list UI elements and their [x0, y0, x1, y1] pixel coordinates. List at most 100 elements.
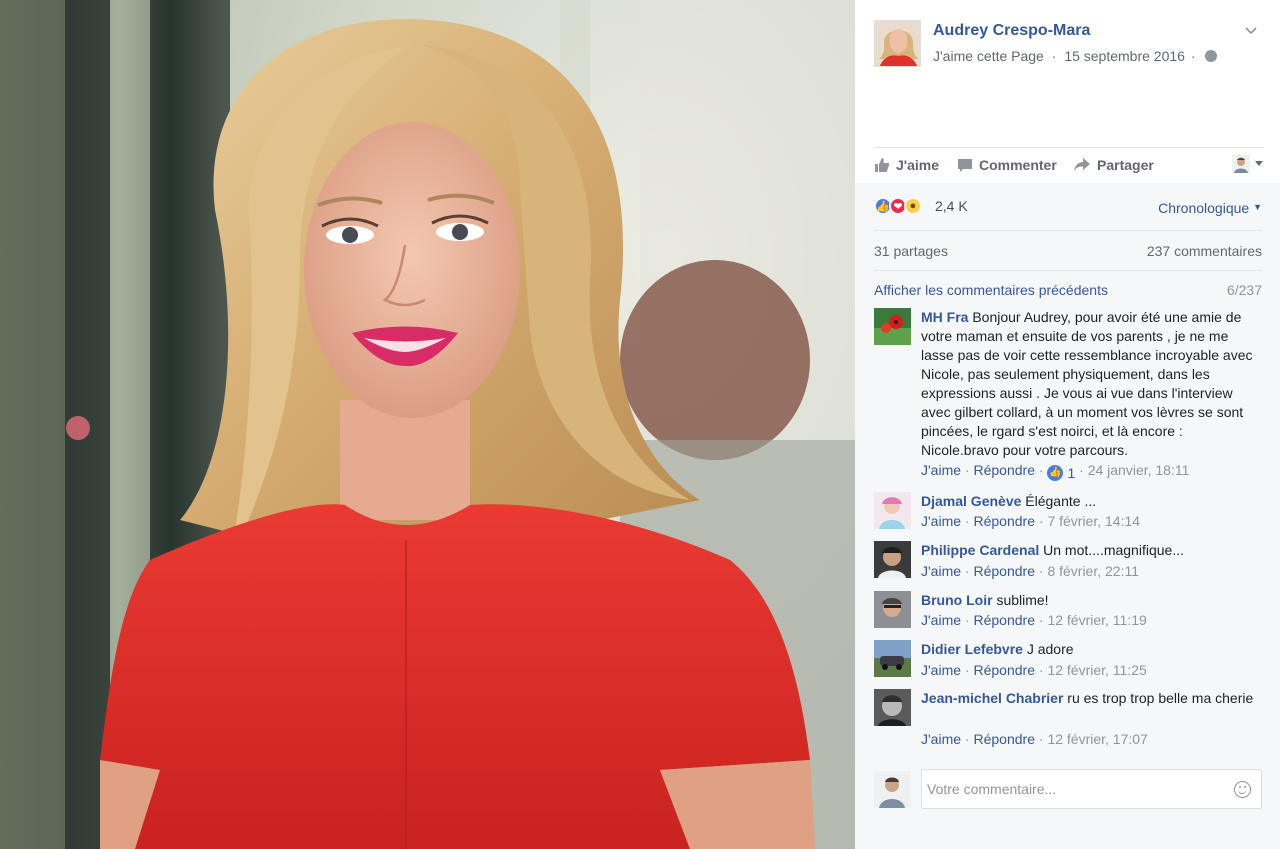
- comment-button[interactable]: Commenter: [957, 157, 1057, 173]
- sort-label: Chronologique: [1158, 200, 1250, 216]
- comment-text: ru es trop trop belle ma cherie: [1067, 690, 1254, 706]
- comment-text-block: MH Fra Bonjour Audrey, pour avoir été un…: [921, 308, 1261, 460]
- comments-count[interactable]: 237 commentaires: [1147, 243, 1262, 259]
- comment-like-link[interactable]: J'aime: [921, 513, 961, 529]
- comment-reply-link[interactable]: Répondre: [973, 612, 1035, 628]
- post-meta: J'aime cette Page · 15 septembre 2016 ·: [933, 48, 1218, 64]
- viewer-avatar-small: [1232, 155, 1250, 173]
- viewer-avatar: [874, 771, 911, 808]
- show-previous-comments-link[interactable]: Afficher les commentaires précédents: [874, 282, 1108, 298]
- comment-reply-link[interactable]: Répondre: [973, 662, 1035, 678]
- comment-like-link[interactable]: J'aime: [921, 563, 961, 579]
- share-label: Partager: [1097, 157, 1154, 173]
- reaction-icons[interactable]: 👍 ❤ ●: [874, 197, 922, 215]
- comment-actions: J'aime · Répondre · 12 février, 11:19: [921, 612, 1147, 628]
- reaction-count[interactable]: 2,4 K: [935, 198, 968, 214]
- comment-like-link[interactable]: J'aime: [921, 731, 961, 747]
- comment-reply-link[interactable]: Répondre: [973, 513, 1035, 529]
- comment-item: Jean-michel Chabrier ru es trop trop bel…: [874, 689, 1264, 753]
- like-page-link[interactable]: J'aime cette Page: [933, 48, 1044, 64]
- like-label: J'aime: [896, 157, 940, 173]
- sort-caret-icon: ▼: [1253, 202, 1262, 212]
- commenter-avatar[interactable]: [874, 591, 911, 628]
- comment-author-link[interactable]: Didier Lefebvre: [921, 641, 1023, 657]
- comment-author-link[interactable]: Bruno Loir: [921, 592, 993, 608]
- share-arrow-icon: [1074, 158, 1090, 172]
- comment-text: sublime!: [996, 592, 1049, 608]
- photo-viewer: Audrey Crespo-Mara J'aime cette Page · 1…: [0, 0, 1280, 849]
- comment-actions: J'aime · Répondre · 12 février, 17:07: [921, 731, 1148, 747]
- comment-timestamp[interactable]: 8 février, 22:11: [1047, 563, 1139, 579]
- page-name-link[interactable]: Audrey Crespo-Mara: [933, 22, 1090, 40]
- stats-row: 31 partages 237 commentaires: [874, 231, 1262, 271]
- chevron-down-icon[interactable]: [1244, 24, 1258, 38]
- comment-author-link[interactable]: Philippe Cardenal: [921, 542, 1039, 558]
- comment-like-link[interactable]: J'aime: [921, 662, 961, 678]
- comment-like-link[interactable]: J'aime: [921, 462, 961, 478]
- comment-input[interactable]: [927, 779, 1227, 799]
- comment-item: Bruno Loir sublime! J'aime · Répondre · …: [874, 591, 1264, 636]
- comments-pagination-count: 6/237: [1226, 282, 1262, 298]
- post-action-bar: J'aime Commenter Partager: [874, 147, 1264, 184]
- commenter-avatar[interactable]: [874, 492, 911, 529]
- comments-panel: 👍 ❤ ● 2,4 K Chronologique ▼ 31 partages …: [855, 183, 1280, 849]
- comment-item: MH Fra Bonjour Audrey, pour avoir été un…: [874, 308, 1264, 488]
- meta-separator: ·: [1051, 48, 1057, 64]
- commenter-avatar[interactable]: [874, 640, 911, 677]
- comment-timestamp[interactable]: 12 février, 11:25: [1047, 662, 1146, 678]
- public-globe-icon: [1205, 50, 1218, 62]
- comments-sidebar: Audrey Crespo-Mara J'aime cette Page · 1…: [855, 0, 1280, 849]
- commenter-avatar[interactable]: [874, 541, 911, 578]
- comment-sort-dropdown[interactable]: Chronologique ▼: [1158, 200, 1262, 216]
- page-avatar[interactable]: [874, 20, 921, 67]
- comment-timestamp[interactable]: 24 janvier, 18:11: [1088, 462, 1190, 478]
- like-button[interactable]: J'aime: [874, 157, 939, 173]
- comment-text-block: Jean-michel Chabrier ru es trop trop bel…: [921, 689, 1261, 708]
- comment-actions: J'aime · Répondre · 7 février, 14:14: [921, 513, 1141, 529]
- photo-illustration: [0, 0, 855, 849]
- comment-timestamp[interactable]: 7 février, 14:14: [1047, 513, 1140, 529]
- comment-composer: [874, 769, 1264, 809]
- comment-author-link[interactable]: Djamal Genève: [921, 493, 1021, 509]
- comment-label: Commenter: [979, 157, 1057, 173]
- comment-like-link[interactable]: J'aime: [921, 612, 961, 628]
- comment-reply-link[interactable]: Répondre: [973, 731, 1035, 747]
- comment-input-box[interactable]: [921, 769, 1262, 809]
- caret-down-icon: [1255, 161, 1263, 166]
- commenter-avatar[interactable]: [874, 689, 911, 726]
- comment-reply-link[interactable]: Répondre: [973, 462, 1035, 478]
- post-photo[interactable]: [0, 0, 855, 849]
- comment-reply-link[interactable]: Répondre: [973, 563, 1035, 579]
- comment-like-count[interactable]: 👍 1: [1047, 464, 1076, 481]
- comment-like-number: 1: [1067, 464, 1076, 481]
- like-reaction-icon: 👍: [1047, 464, 1064, 481]
- comment-text: J adore: [1026, 641, 1074, 657]
- comment-actions: J'aime · Répondre · 8 février, 22:11: [921, 563, 1140, 579]
- comment-text: Un mot....magnifique...: [1043, 542, 1184, 558]
- thumbs-up-icon: [875, 158, 890, 172]
- shares-count-link[interactable]: 31 partages: [874, 243, 948, 259]
- comment-text: Bonjour Audrey, pour avoir été une amie …: [921, 309, 1253, 458]
- comment-bubble-icon: [958, 159, 972, 172]
- commenter-avatar[interactable]: [874, 308, 911, 345]
- reactions-row: 👍 ❤ ● 2,4 K Chronologique ▼: [874, 195, 1262, 231]
- comment-actions: J'aime · Répondre · 👍 1 · 24 janvier, 18:…: [921, 462, 1190, 481]
- wow-reaction-icon: ●: [904, 197, 922, 215]
- comment-text-block: Philippe Cardenal Un mot....magnifique..…: [921, 541, 1261, 560]
- comment-actions: J'aime · Répondre · 12 février, 11:25: [921, 662, 1147, 678]
- comment-item: Djamal Genève Élégante ... J'aime · Répo…: [874, 492, 1264, 537]
- comment-timestamp[interactable]: 12 février, 11:19: [1047, 612, 1146, 628]
- meta-separator-2: ·: [1190, 48, 1196, 64]
- post-as-selector[interactable]: [1232, 155, 1264, 173]
- comment-author-link[interactable]: MH Fra: [921, 309, 968, 325]
- post-date[interactable]: 15 septembre 2016: [1064, 48, 1185, 64]
- share-button[interactable]: Partager: [1073, 157, 1154, 173]
- post-header: Audrey Crespo-Mara J'aime cette Page · 1…: [855, 0, 1280, 183]
- comment-text: Élégante ...: [1025, 493, 1097, 509]
- comment-item: Didier Lefebvre J adore J'aime · Répondr…: [874, 640, 1264, 685]
- emoji-smiley-icon[interactable]: [1234, 781, 1251, 798]
- comment-text-block: Bruno Loir sublime!: [921, 591, 1261, 610]
- comment-author-link[interactable]: Jean-michel Chabrier: [921, 690, 1063, 706]
- comment-timestamp[interactable]: 12 février, 17:07: [1047, 731, 1147, 747]
- comment-text-block: Djamal Genève Élégante ...: [921, 492, 1261, 511]
